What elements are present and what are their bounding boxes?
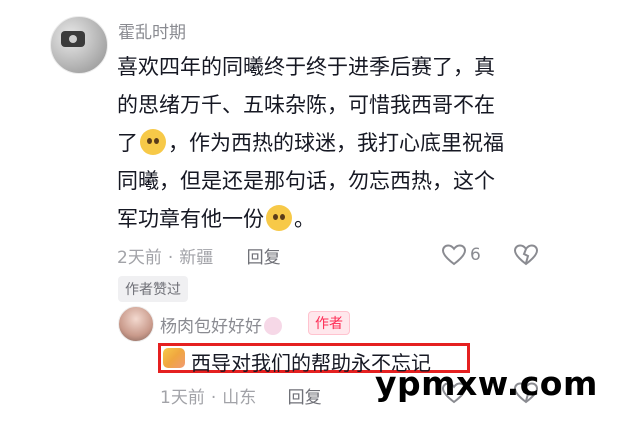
replier-username-text: 杨肉包好好好 — [160, 317, 262, 337]
heart-icon[interactable] — [442, 244, 466, 266]
reply-reply-button[interactable]: 回复 — [288, 388, 322, 408]
pleading-face-emoji — [140, 129, 166, 155]
comment-line-part: 军功章有他一份 — [117, 207, 264, 231]
reply-meta: 1天前 · 山东 回复 — [160, 383, 322, 408]
comment-line-part: 。 — [294, 207, 315, 231]
replier-avatar[interactable] — [118, 306, 154, 342]
like-count: 6 — [470, 245, 481, 265]
hug-emoji — [163, 348, 185, 368]
watermark: ypmxw.com — [375, 364, 598, 403]
comment-line: 军功章有他一份 。 — [117, 200, 537, 238]
commenter-username[interactable]: 霍乱时期 — [118, 18, 186, 43]
comment-line: 的思绪万千、五味杂陈，可惜我西哥不在 — [117, 93, 495, 117]
flower-emoji — [264, 317, 282, 335]
reply-location: 山东 — [222, 388, 257, 408]
author-liked-badge: 作者赞过 — [118, 276, 188, 302]
meta-separator: · — [167, 248, 174, 268]
dislike-heart-icon[interactable] — [514, 244, 538, 266]
author-badge: 作者 — [308, 311, 350, 335]
comment-line-part: 了 — [117, 131, 138, 155]
comment-text: 喜欢四年的同曦终于终于进季后赛了，真 的思绪万千、五味杂陈，可惜我西哥不在 了 ，… — [117, 48, 537, 238]
pleading-face-emoji — [266, 205, 292, 231]
commenter-avatar[interactable] — [50, 16, 108, 74]
comment-line: 同曦，但是还是那句话，勿忘西热，这个 — [117, 169, 495, 193]
reply-button[interactable]: 回复 — [247, 248, 281, 268]
comment-line-part: ，作为西热的球迷，我打心底里祝福 — [168, 131, 504, 155]
meta-separator: · — [210, 388, 217, 408]
comment-time: 2天前 — [117, 248, 162, 268]
comment-location: 新疆 — [179, 248, 214, 268]
comment-line: 喜欢四年的同曦终于终于进季后赛了，真 — [117, 55, 495, 79]
reply-time: 1天前 — [160, 388, 205, 408]
comment-line: 了 ，作为西热的球迷，我打心底里祝福 — [117, 124, 537, 162]
comment-meta: 2天前 · 新疆 回复 — [117, 243, 281, 268]
replier-username[interactable]: 杨肉包好好好 — [160, 312, 282, 337]
